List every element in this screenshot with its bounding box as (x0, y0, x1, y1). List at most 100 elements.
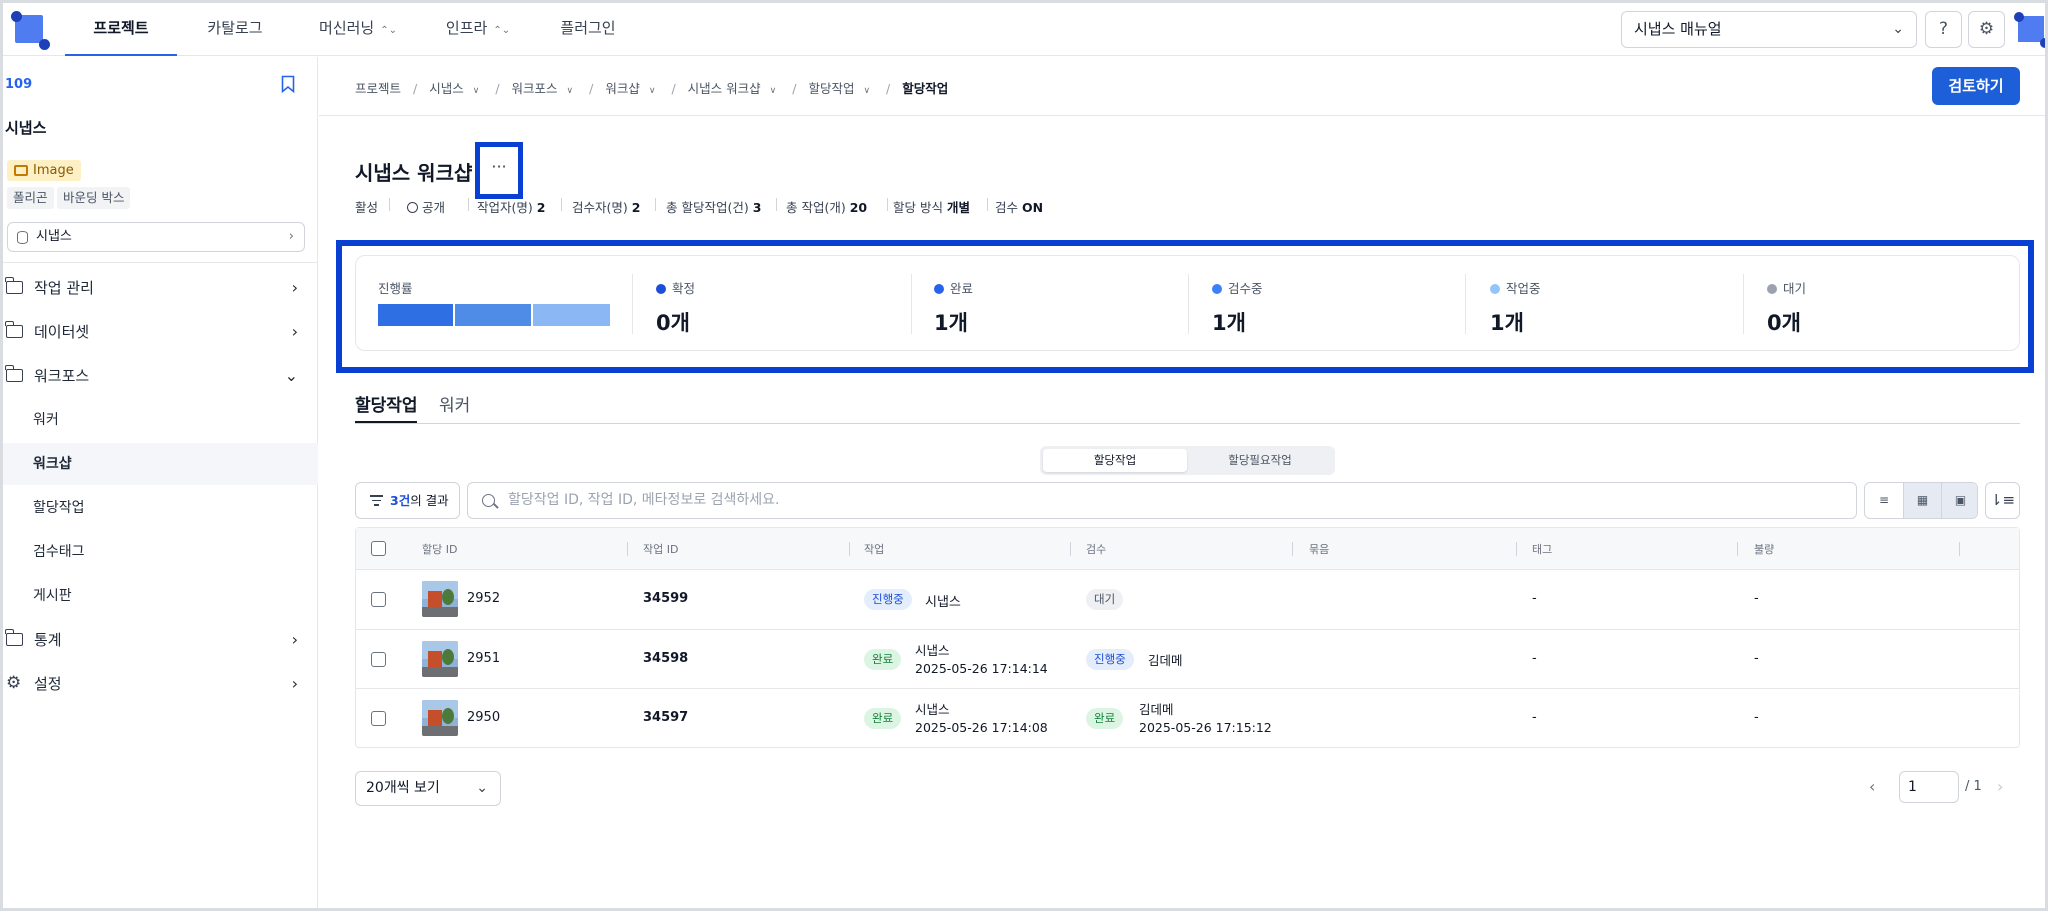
task-id: 34598 (643, 651, 689, 666)
gear-icon: ⚙ (6, 673, 22, 693)
column-header[interactable]: 검수 (1086, 541, 1106, 557)
status-badge: 대기 (1086, 589, 1124, 610)
reviewers-count: 검수자(명) 2 (572, 200, 641, 215)
defect-value: - (1754, 651, 1759, 666)
breadcrumb-item[interactable]: 워크포스 ∨ (512, 81, 578, 96)
menu-dataset[interactable]: 데이터셋 › (3, 312, 318, 352)
breadcrumb-item[interactable]: 시냅스 ∨ (429, 81, 483, 96)
row-checkbox[interactable] (371, 592, 386, 607)
assign-id: 2952 (467, 591, 501, 606)
search-input[interactable]: 할당작업 ID, 작업 ID, 메타정보로 검색하세요. (467, 482, 1857, 519)
status-badge: 진행중 (1086, 649, 1134, 670)
total-tasks: 총 작업(개) 20 (786, 200, 868, 215)
chevron-right-icon: › (291, 630, 298, 649)
task-time: 2025-05-26 17:14:08 (915, 720, 1048, 735)
assignment-type-toggle: 할당작업 할당필요작업 (1040, 446, 1335, 475)
menu-workforce[interactable]: 워크포스 ⌄ (3, 356, 318, 396)
bookmark-icon[interactable] (281, 75, 295, 93)
avatar[interactable] (2014, 12, 2048, 48)
worker-name: 시냅스 (925, 595, 961, 610)
reviewer-name: 김데메 (1148, 653, 1183, 668)
manual-select[interactable]: 시냅스 매뉴얼 ⌄ (1621, 11, 1917, 48)
tab-assignments[interactable]: 할당작업 (355, 391, 418, 424)
menu-task-management[interactable]: 작업 관리 › (3, 268, 318, 308)
thumbnail-image[interactable] (422, 641, 458, 677)
table-row[interactable]: 2952 34599 진행중 시냅스 대기 - - (356, 570, 2019, 630)
thumbnail-image[interactable] (422, 700, 458, 736)
status-dot (656, 284, 666, 294)
list-view-button[interactable]: ≡ (1865, 483, 1903, 518)
top-navigation: 프로젝트 카탈로그 머신러닝 ⌃⌄ 인프라 ⌃⌄ 플러그인 시냅스 매뉴얼 ⌄ ? … (3, 3, 2048, 56)
toggle-assignments[interactable]: 할당작업 (1043, 449, 1187, 472)
task-time: 2025-05-26 17:14:14 (915, 661, 1048, 676)
page-size-select[interactable]: 20개씩 보기 ⌄ (355, 771, 501, 806)
stat-waiting: 대기 0개 (1767, 281, 1807, 335)
more-options-button[interactable]: ··· (475, 142, 523, 199)
tag-value: - (1532, 651, 1537, 666)
status-badge: 진행중 (864, 589, 912, 610)
breadcrumb-item[interactable]: 워크샵 ∨ (605, 81, 659, 96)
table-row[interactable]: 2950 34597 완료 시냅스 2025-05-26 17:14:08 완료… (356, 689, 2019, 748)
tab-workers[interactable]: 워커 (439, 391, 479, 424)
menu-statistics[interactable]: 통계 › (3, 620, 318, 660)
sidebar-item-worker[interactable]: 워커 (3, 399, 318, 441)
progress-segment (532, 304, 610, 326)
status-badge: 완료 (1086, 708, 1124, 729)
sort-button[interactable]: ⇂≡ (1985, 482, 2020, 519)
breadcrumb-item[interactable]: 프로젝트 (355, 81, 401, 96)
toggle-needs-assignment[interactable]: 할당필요작업 (1188, 449, 1332, 472)
sidebar-item-assignments[interactable]: 할당작업 (3, 487, 318, 529)
nav-infra[interactable]: 인프라 ⌃⌄ (433, 3, 523, 56)
sidebar-item-workshop[interactable]: 워크샵 (3, 443, 318, 485)
folder-icon (5, 321, 23, 338)
status-badge: 완료 (864, 649, 902, 670)
sidebar-item-review-tags[interactable]: 검수태그 (3, 531, 318, 573)
prev-page-button[interactable]: ‹ (1869, 777, 1875, 796)
sidebar-item-board[interactable]: 게시판 (3, 575, 318, 617)
globe-icon (407, 202, 418, 213)
row-checkbox[interactable] (371, 652, 386, 667)
select-all-checkbox[interactable] (371, 541, 386, 556)
next-page-button[interactable]: › (1997, 777, 2003, 796)
search-icon (482, 494, 495, 507)
task-id: 34599 (643, 591, 689, 606)
sidebar: 109 시냅스 Image 폴리곤 바운딩 박스 시냅스 › 작업 관리 › 데… (3, 57, 318, 908)
column-header[interactable]: 할당 ID (422, 541, 457, 557)
breadcrumb-item[interactable]: 할당작업 ∨ (808, 81, 874, 96)
nav-plugin[interactable]: 플러그인 (548, 3, 628, 56)
grid-view-button[interactable]: ▦ (1903, 483, 1941, 518)
column-header[interactable]: 태그 (1532, 541, 1552, 557)
help-button[interactable]: ? (1925, 11, 1962, 48)
defect-value: - (1754, 591, 1759, 606)
settings-button[interactable]: ⚙ (1968, 11, 2005, 48)
nav-catalog[interactable]: 카탈로그 (195, 3, 275, 56)
filter-icon (370, 495, 383, 506)
chevron-down-icon: ⌄ (476, 780, 488, 796)
breadcrumb-item[interactable]: 시냅스 워크샵 ∨ (688, 81, 781, 96)
review-button[interactable]: 검토하기 (1932, 67, 2020, 105)
tag-chip: 바운딩 박스 (57, 187, 131, 209)
thumbnail-image[interactable] (422, 581, 458, 617)
page-number-input[interactable]: 1 (1899, 771, 1959, 803)
table-row[interactable]: 2951 34598 완료 시냅스 2025-05-26 17:14:14 진행… (356, 630, 2019, 689)
app-logo[interactable] (11, 11, 50, 50)
worker-name: 시냅스 (915, 702, 950, 717)
gallery-view-button[interactable]: ▣ (1941, 483, 1977, 518)
column-header[interactable]: 작업 ID (643, 541, 678, 557)
status-text: 활성 (355, 200, 379, 215)
column-header[interactable]: 묶음 (1309, 541, 1329, 557)
project-name: 시냅스 (5, 119, 47, 137)
nav-machine-learning[interactable]: 머신러닝 ⌃⌄ (303, 3, 413, 56)
column-header[interactable]: 불량 (1754, 541, 1774, 557)
column-header[interactable]: 작업 (864, 541, 884, 557)
nav-projects[interactable]: 프로젝트 (65, 3, 177, 56)
view-mode-group: ≡ ▦ ▣ (1864, 482, 1978, 519)
filter-button[interactable]: 3건의 결과 (355, 482, 460, 519)
question-circle-icon: ? (1938, 19, 1949, 39)
dataset-selector[interactable]: 시냅스 › (7, 222, 305, 252)
workers-count: 작업자(명) 2 (477, 200, 546, 215)
row-checkbox[interactable] (371, 711, 386, 726)
task-id: 34597 (643, 710, 689, 725)
tag-value: - (1532, 710, 1537, 725)
menu-settings[interactable]: ⚙ 설정 › (3, 664, 318, 704)
